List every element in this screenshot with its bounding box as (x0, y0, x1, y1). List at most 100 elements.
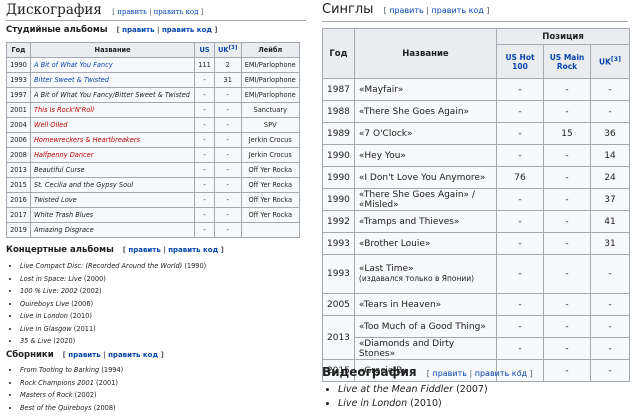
label-cell: Off Yer Rocka (240, 177, 301, 193)
item-title[interactable]: Live in London (338, 398, 407, 409)
album-title-cell[interactable]: Homewreckers & Heartbreakers (29, 132, 196, 148)
item-title[interactable]: From Tooting to Barking (20, 366, 99, 374)
album-title-cell[interactable]: Well Oiled (29, 117, 196, 133)
item-title[interactable]: Rock Champions 2001 (20, 379, 94, 387)
album-title-cell[interactable]: Halfpenny Dancer (29, 147, 196, 163)
single-title-cell: «Last Time» (издавался только в Японии) (353, 254, 498, 294)
single-title-cell: «Tears in Heaven» (353, 293, 498, 316)
album-title[interactable]: This Is Rock'N'Roll (34, 106, 94, 114)
live-albums-title: Концертные альбомы (6, 245, 114, 255)
table-row: 1990 «I Don't Love You Anymore» 76-24 (322, 166, 630, 189)
list-item: 100 % Live: 2002 (2002) (20, 285, 206, 298)
year-cell: 2017 (6, 207, 31, 223)
table-row: 1990 A Bit of What You Fancy 111 2 EMI/Parlo… (6, 57, 301, 73)
uk-chart-cell: - (213, 132, 242, 148)
videography-list: Live at the Mean Fiddler (2007)Live in L… (322, 383, 488, 411)
edit-link[interactable]: править (128, 246, 160, 254)
uk-position-cell: 14 (590, 144, 630, 167)
label-cell: EMI/Parlophone (240, 72, 301, 88)
edit-code-link[interactable]: править код (432, 6, 484, 15)
item-year: (2008) (91, 403, 116, 412)
main-position-cell: - (543, 144, 591, 167)
album-title[interactable]: Well Oiled (34, 121, 67, 129)
item-year: (2002) (72, 391, 97, 399)
year-cell: 1990 (322, 166, 355, 189)
label-cell: EMI/Parlophone (240, 57, 301, 73)
item-title[interactable]: Live at the Mean Fiddler (338, 384, 453, 395)
single-title: «Hey You» (358, 150, 406, 161)
col-uk[interactable]: UK[3] (213, 42, 242, 58)
album-title-cell[interactable]: Bitter Sweet & Twisted (29, 72, 196, 88)
album-title-cell[interactable]: A Bit of What You Fancy (29, 57, 196, 73)
uk-position-cell: 37 (590, 188, 630, 211)
item-year: (2000) (81, 274, 106, 283)
hot-position-cell: - (496, 188, 544, 211)
hot-position-cell: - (496, 210, 544, 233)
album-title-cell[interactable]: This Is Rock'N'Roll (29, 102, 196, 118)
us-chart-cell: - (194, 132, 215, 148)
year-cell: 1990 (322, 188, 355, 211)
col-us-hot[interactable]: US Hot 100 (496, 44, 544, 79)
edit-code-link[interactable]: править код (154, 8, 199, 16)
table-row: 1989 «7 O'Clock» -15 36 (322, 122, 630, 145)
album-title[interactable]: Halfpenny Dancer (34, 151, 93, 159)
single-note: (издавался только в Японии) (358, 274, 475, 283)
item-year: (2011) (71, 324, 96, 333)
single-title-cell: «Tramps and Thieves» (353, 210, 498, 233)
item-title[interactable]: Live in London (20, 312, 68, 320)
table-row: 2001 This Is Rock'N'Roll - - Sanctuary (6, 102, 301, 118)
edit-link[interactable]: править (117, 8, 147, 16)
uk-position-cell: 24 (590, 166, 630, 189)
uk-position-cell: 31 (590, 232, 630, 255)
year-cell: 1993 (322, 254, 355, 294)
album-title[interactable]: Homewreckers & Heartbreakers (34, 136, 140, 144)
videography-heading: Видеография [ править | править код ] (322, 365, 533, 379)
album-title: Beautiful Curse (33, 166, 85, 174)
item-year: (2010) (407, 398, 442, 409)
edit-link[interactable]: править (68, 351, 100, 359)
col-us[interactable]: US (194, 42, 215, 58)
album-title[interactable]: A Bit of What You Fancy (34, 61, 113, 69)
edit-link[interactable]: править (122, 26, 154, 34)
uk-chart-cell: 31 (213, 72, 242, 88)
item-title[interactable]: Quireboys Live (20, 300, 69, 308)
year-cell: 2008 (6, 147, 31, 163)
hot-position-cell: 76 (496, 166, 544, 189)
studio-albums-title: Студийные альбомы (6, 25, 108, 35)
item-title[interactable]: Masters of Rock (20, 391, 73, 399)
edit-link[interactable]: править (432, 369, 467, 378)
item-title[interactable]: Best of the Quireboys (20, 404, 92, 412)
main-position-cell: - (543, 78, 591, 101)
main-position-cell: - (543, 359, 591, 382)
label-cell: Off Yer Rocka (240, 207, 301, 223)
table-row: 2017 White Trash Blues - - Off Yer Rocka (6, 207, 301, 223)
col-uk[interactable]: UK[3] (590, 44, 630, 79)
main-position-cell: - (543, 232, 591, 255)
item-title[interactable]: Live in Glasgow (20, 325, 72, 333)
single-title-cell: «Diamonds and Dirty Stones» (353, 337, 498, 360)
single-title-cell: «I Don't Love You Anymore» (353, 166, 498, 189)
item-title[interactable]: 35 & Live (20, 337, 51, 345)
uk-chart-cell: - (213, 87, 242, 103)
list-item: Live at the Mean Fiddler (2007) (338, 383, 488, 397)
single-title-cell: «Hey You» (353, 144, 498, 167)
edit-code-link[interactable]: править код (162, 26, 212, 34)
item-title[interactable]: 100 % Live: 2002 (20, 287, 78, 295)
edit-link[interactable]: править (389, 6, 424, 15)
us-chart-cell: - (194, 192, 215, 208)
item-title[interactable]: Lost in Space: Live (20, 275, 82, 283)
edit-code-link[interactable]: править код (168, 246, 218, 254)
item-title[interactable]: Live Compact Disc: (Recorded Around the … (20, 262, 182, 270)
list-item: From Tooting to Barking (1994) (20, 364, 123, 377)
list-item: Live in London (2010) (20, 310, 206, 323)
discography-heading: Дискография [ править | править код ] (6, 2, 306, 21)
col-us-main[interactable]: US Main Rock (543, 44, 591, 79)
year-cell: 1990 (6, 57, 31, 73)
uk-chart-cell: - (213, 147, 242, 163)
album-title[interactable]: Bitter Sweet & Twisted (34, 76, 109, 84)
edit-code-link[interactable]: править код (475, 369, 527, 378)
uk-chart-cell: - (213, 177, 242, 193)
uk-position-cell: 41 (590, 210, 630, 233)
edit-code-link[interactable]: править код (108, 351, 158, 359)
live-edit-links: [ править | править код ] (122, 246, 224, 254)
